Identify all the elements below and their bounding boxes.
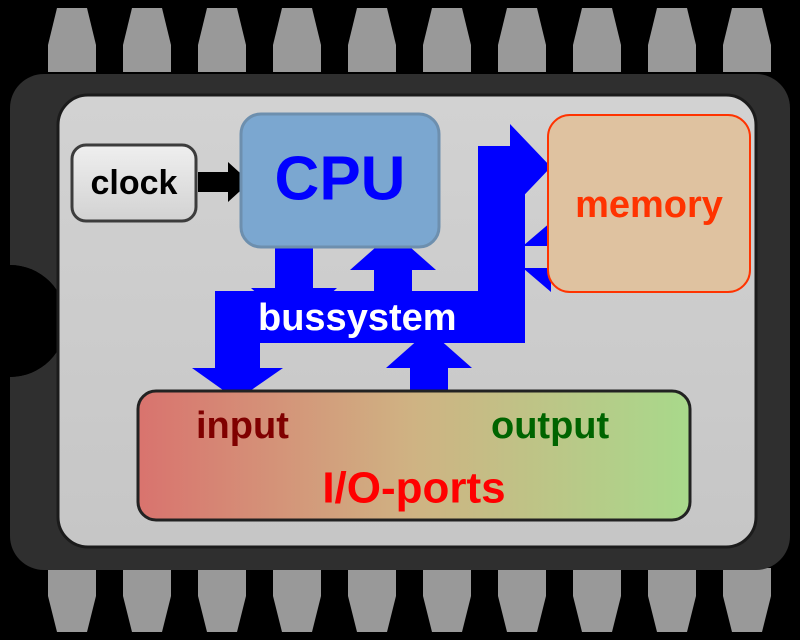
pin-top-1 (48, 8, 96, 72)
pin-top-6 (423, 8, 471, 72)
pin-bottom-6 (423, 568, 471, 632)
pin-top-7 (498, 8, 546, 72)
pin-bottom-9 (648, 568, 696, 632)
pin-top-3 (198, 8, 246, 72)
pin-top-5 (348, 8, 396, 72)
pin-bottom-8 (573, 568, 621, 632)
pin-bottom-3 (198, 568, 246, 632)
pin-top-4 (273, 8, 321, 72)
pin-bottom-10 (723, 568, 771, 632)
ioports-input-label: input (196, 405, 289, 447)
pin-top-9 (648, 8, 696, 72)
diagram-canvas: bussystem clock CPU memory input output … (0, 0, 800, 640)
pin-top-8 (573, 8, 621, 72)
cpu-label: CPU (275, 144, 406, 213)
bussystem-label: bussystem (258, 297, 457, 339)
clock-label: clock (91, 164, 178, 202)
memory-label: memory (575, 184, 723, 226)
pin-bottom-5 (348, 568, 396, 632)
ioports-label: I/O-ports (322, 464, 505, 513)
pin-bottom-2 (123, 568, 171, 632)
pin-top-10 (723, 8, 771, 72)
pin-bottom-4 (273, 568, 321, 632)
pin-top-2 (123, 8, 171, 72)
pin-bottom-1 (48, 568, 96, 632)
ioports-output-label: output (491, 405, 610, 447)
pin-bottom-7 (498, 568, 546, 632)
